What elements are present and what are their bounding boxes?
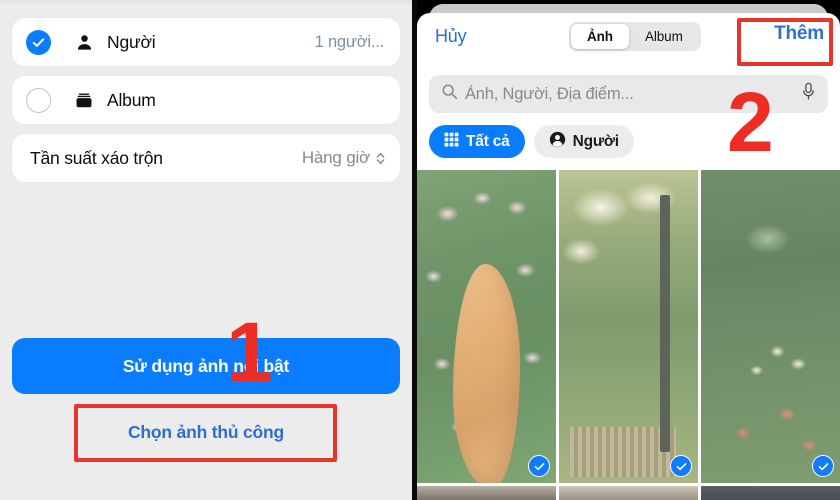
photo-thumbnail [559,486,698,500]
photo-thumbnail [701,486,840,500]
album-icon [71,91,97,110]
chip-tat-ca[interactable]: Tất cả [429,125,525,158]
photo-cell-partial-2[interactable] [559,486,698,500]
segmented-control[interactable]: Ảnh Album [569,22,701,51]
photo-thumbnail [559,170,698,483]
photo-cell-partial-1[interactable] [417,486,556,500]
photo-cell-garden-gate[interactable] [559,170,698,483]
chip-label-tat-ca: Tất cả [466,132,510,150]
search-icon [441,83,458,105]
photo-cell-partial-3[interactable] [701,486,840,500]
photo-thumbnail [701,170,840,483]
left-settings-panel: Người 1 người... Album Tần suất xáo trộn… [0,0,412,500]
photo-cell-cat-roses[interactable] [417,170,556,483]
search-bar[interactable] [429,75,828,113]
person-icon [549,131,566,153]
option-value-nguoi[interactable]: 1 người... [315,33,385,52]
shuffle-frequency-value-text: Hàng giờ [301,148,370,167]
shuffle-frequency-value[interactable]: Hàng giờ [302,148,386,168]
microphone-icon[interactable] [801,82,816,106]
filter-chips: Tất cả Người [429,125,634,158]
picker-navbar: Hủy Ảnh Album Thêm [417,13,840,61]
tab-album[interactable]: Album [629,24,699,49]
bench-detail [570,426,676,477]
person-icon [71,33,97,52]
sheet-top-shadow [0,0,412,5]
grid-icon [444,132,459,152]
chevron-up-down-icon [376,152,385,164]
choose-photos-manually-button[interactable]: Chọn ảnh thủ công [12,404,400,460]
checkmark-circle-icon[interactable] [670,455,692,477]
checkmark-circle-icon[interactable] [528,455,550,477]
option-row-nguoi[interactable]: Người 1 người... [12,18,400,66]
photo-thumbnail [417,170,556,483]
photo-thumbnail [417,486,556,500]
cancel-button[interactable]: Hủy [435,26,467,47]
photo-picker-sheet: Hủy Ảnh Album Thêm Ảnh, Người, Địa điểm.… [417,13,840,500]
shuffle-frequency-label: Tần suất xáo trộn [30,147,163,168]
search-input[interactable] [465,84,801,104]
add-button[interactable]: Thêm [774,23,824,45]
option-row-album[interactable]: Album [12,76,400,124]
tab-anh[interactable]: Ảnh [571,24,629,49]
checkbox-album-unchecked[interactable] [26,87,51,113]
right-picker-panel: Hủy Ảnh Album Thêm Ảnh, Người, Địa điểm.… [417,0,840,500]
chip-label-nguoi: Người [572,132,619,150]
option-label-album: Album [107,89,156,110]
photo-cell-rose-bush[interactable] [701,170,840,483]
option-label-nguoi: Người [107,31,156,52]
screenshot-root: Người 1 người... Album Tần suất xáo trộn… [0,0,840,500]
chip-nguoi[interactable]: Người [533,125,634,158]
checkmark-circle-icon[interactable] [812,455,834,477]
checkbox-nguoi-checked[interactable] [26,29,51,55]
shuffle-frequency-row[interactable]: Tần suất xáo trộn Hàng giờ [12,134,400,182]
use-featured-photos-button[interactable]: Sử dụng ảnh nổi bật [12,338,400,394]
photo-grid [417,170,840,500]
